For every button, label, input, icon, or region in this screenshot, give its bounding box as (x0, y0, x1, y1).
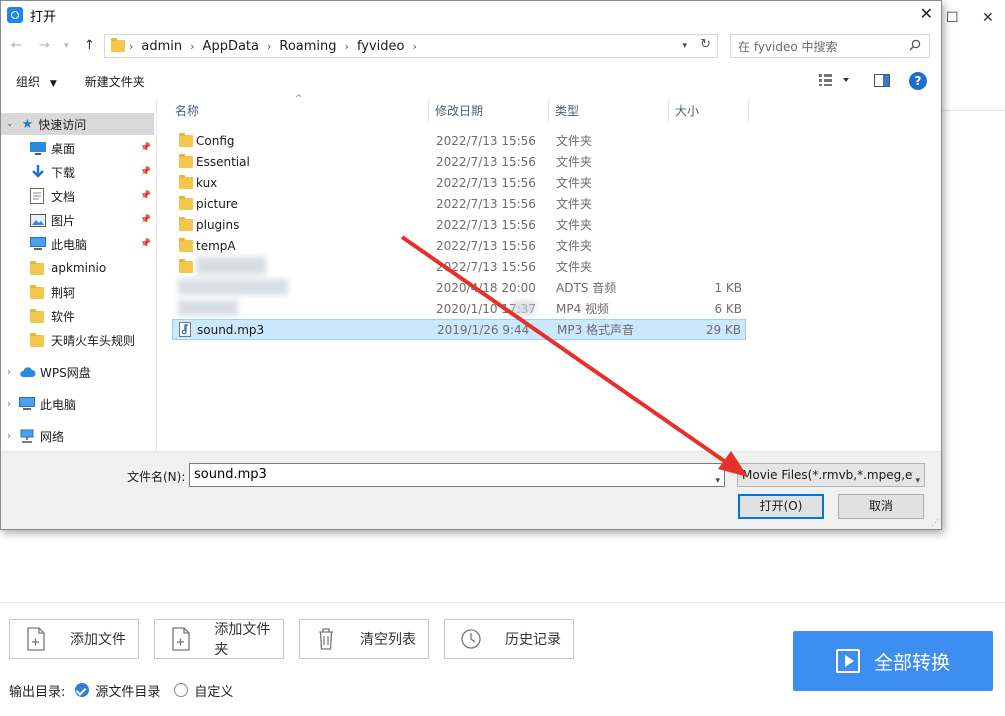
annotation-arrow (400, 235, 748, 477)
arrow-head (718, 451, 748, 477)
arrow-shaft (400, 235, 732, 467)
